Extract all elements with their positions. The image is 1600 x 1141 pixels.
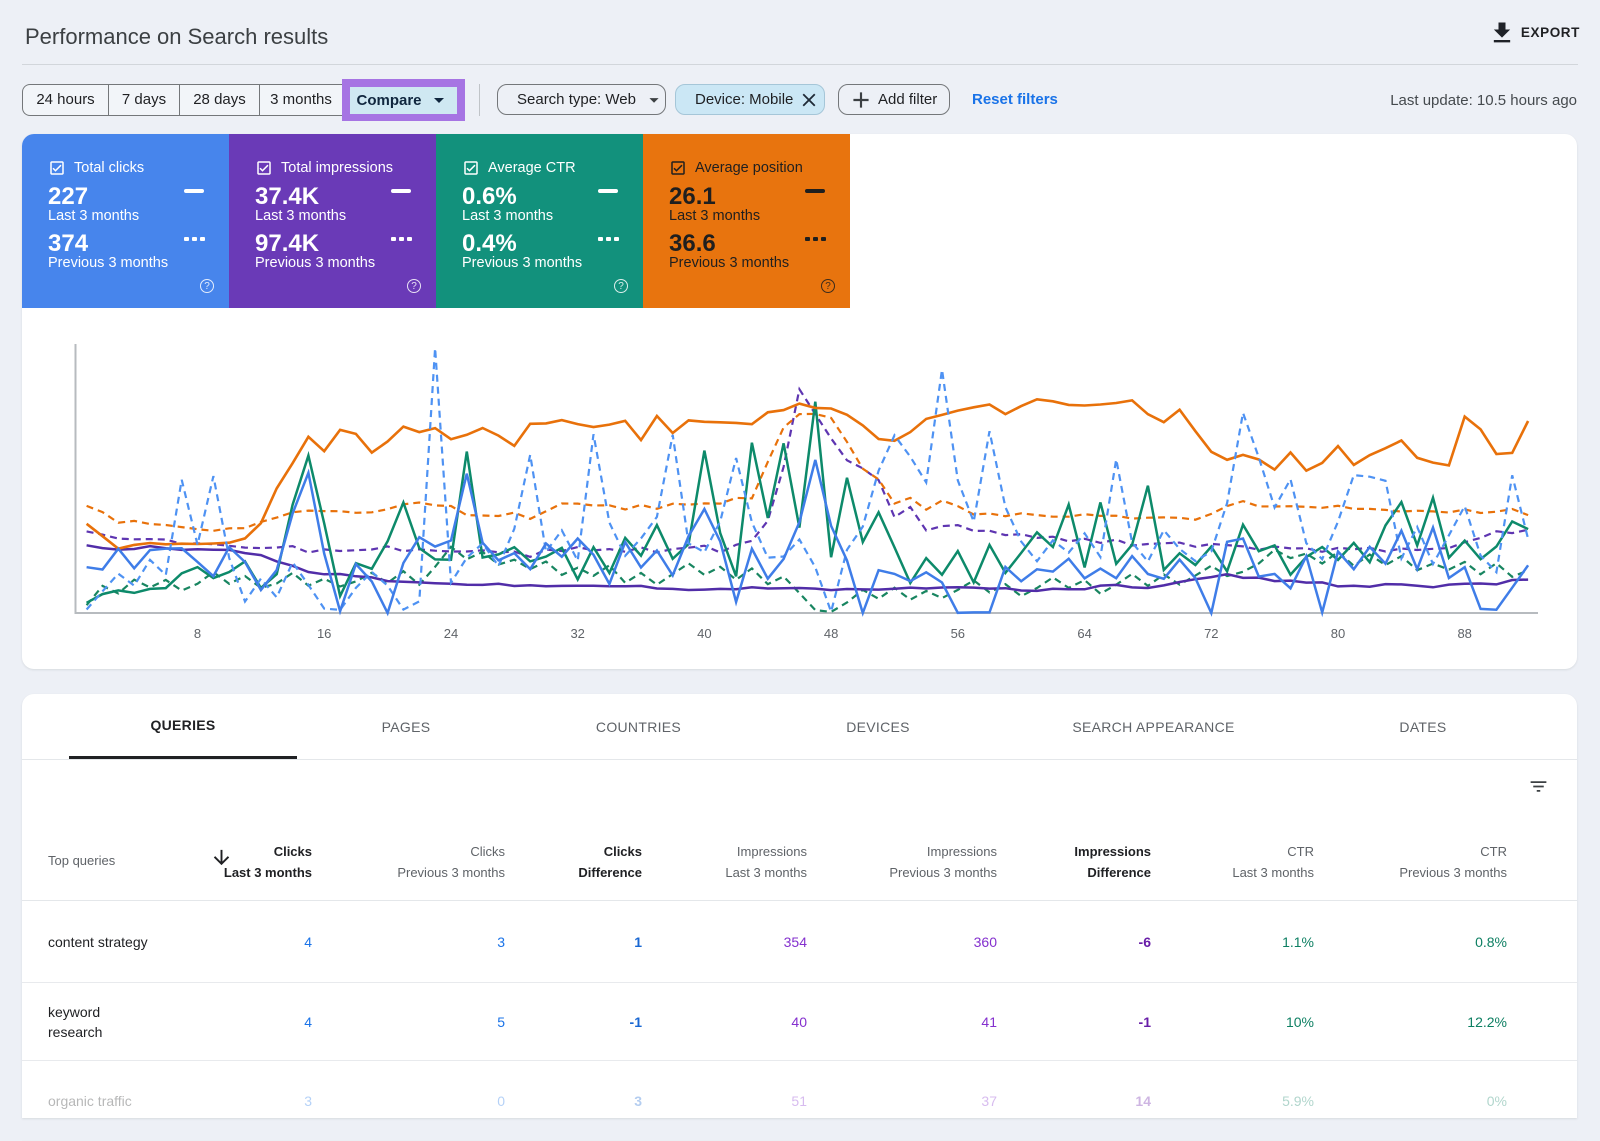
svg-text:56: 56 xyxy=(951,626,965,641)
svg-text:16: 16 xyxy=(317,626,331,641)
svg-text:88: 88 xyxy=(1457,626,1471,641)
svg-text:8: 8 xyxy=(194,626,201,641)
svg-text:64: 64 xyxy=(1077,626,1091,641)
svg-text:32: 32 xyxy=(570,626,584,641)
svg-text:40: 40 xyxy=(697,626,711,641)
svg-text:48: 48 xyxy=(824,626,838,641)
svg-text:80: 80 xyxy=(1331,626,1345,641)
svg-text:24: 24 xyxy=(444,626,458,641)
svg-text:72: 72 xyxy=(1204,626,1218,641)
